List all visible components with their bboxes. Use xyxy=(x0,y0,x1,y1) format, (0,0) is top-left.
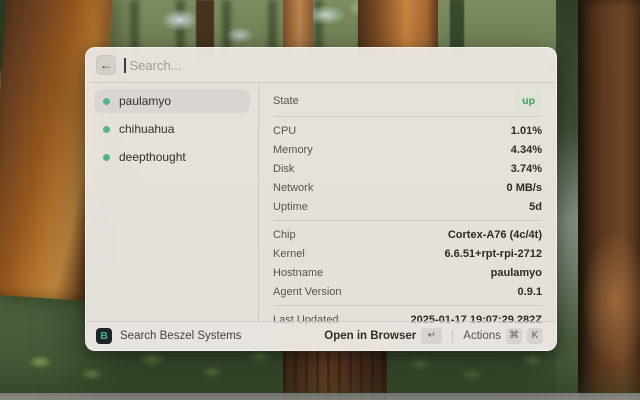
detail-row-cpu: CPU 1.01% xyxy=(273,121,542,140)
detail-value: paulamyo xyxy=(490,266,542,279)
footer-brand-label: Search Beszel Systems xyxy=(120,330,242,342)
open-in-browser-button[interactable]: Open in Browser ↵ xyxy=(321,326,445,346)
detail-value: 0 MB/s xyxy=(506,181,542,194)
detail-value: 0.9.1 xyxy=(517,285,542,298)
detail-value: 1.01% xyxy=(510,124,542,137)
status-dot-icon xyxy=(103,125,110,133)
detail-label: Hostname xyxy=(273,266,324,279)
list-item-deepthought[interactable]: deepthought xyxy=(94,145,250,169)
beszel-logo-icon: B xyxy=(96,328,112,344)
detail-row-agent-version: Agent Version 0.9.1 xyxy=(273,282,542,301)
list-item-chihuahua[interactable]: chihuahua xyxy=(94,117,250,141)
status-badge: up xyxy=(515,92,542,109)
detail-value: Cortex-A76 (4c/4t) xyxy=(447,228,542,241)
detail-label: Disk xyxy=(273,162,295,175)
status-dot-icon xyxy=(103,153,110,161)
command-key-icon: ⌘ xyxy=(506,328,522,344)
foliage xyxy=(0,344,640,396)
detail-value: 5d xyxy=(529,200,542,213)
detail-row-chip: Chip Cortex-A76 (4c/4t) xyxy=(273,225,542,244)
host-name: deepthought xyxy=(119,150,186,164)
detail-label: Agent Version xyxy=(273,285,342,298)
detail-row-kernel: Kernel 6.6.51+rpt-rpi-2712 xyxy=(273,244,542,263)
status-dot-icon xyxy=(103,97,110,105)
detail-label: Memory xyxy=(273,143,313,156)
host-list: paulamyo chihuahua deepthought xyxy=(86,83,259,321)
detail-row-network: Network 0 MB/s xyxy=(273,178,542,197)
ground-strip xyxy=(0,393,640,400)
back-button[interactable]: ← xyxy=(96,55,116,75)
search-input[interactable] xyxy=(129,57,546,73)
k-key-icon: K xyxy=(527,328,543,344)
detail-row-uptime: Uptime 5d xyxy=(273,197,542,216)
divider xyxy=(273,116,542,117)
divider xyxy=(273,305,542,306)
actions-label: Actions xyxy=(463,330,501,342)
search-bar: ← xyxy=(86,48,556,82)
detail-row-state: State up xyxy=(273,89,542,112)
detail-row-disk: Disk 3.74% xyxy=(273,159,542,178)
footer-bar: B Search Beszel Systems Open in Browser … xyxy=(86,321,556,350)
footer-brand: B Search Beszel Systems xyxy=(96,328,241,344)
detail-value: 3.74% xyxy=(510,162,542,175)
detail-label: Network xyxy=(273,181,314,194)
detail-label: CPU xyxy=(273,124,297,137)
detail-label: Chip xyxy=(273,228,296,241)
host-name: paulamyo xyxy=(119,94,172,108)
actions-button[interactable]: Actions ⌘ K xyxy=(460,326,546,346)
list-item-paulamyo[interactable]: paulamyo xyxy=(94,89,250,113)
return-key-icon: ↵ xyxy=(421,328,443,344)
back-arrow-icon: ← xyxy=(100,58,112,72)
detail-row-hostname: Hostname paulamyo xyxy=(273,263,542,282)
text-caret xyxy=(124,57,126,73)
footer-divider xyxy=(452,329,454,343)
detail-label: State xyxy=(273,94,299,107)
host-name: chihuahua xyxy=(119,122,175,136)
content-area: paulamyo chihuahua deepthought State up … xyxy=(86,83,556,326)
footer-actions: Open in Browser ↵ Actions ⌘ K xyxy=(321,326,546,346)
logo-letter: B xyxy=(100,329,108,342)
detail-row-memory: Memory 4.34% xyxy=(273,140,542,159)
detail-value: 4.34% xyxy=(510,143,542,156)
detail-value: 6.6.51+rpt-rpi-2712 xyxy=(444,247,542,260)
details-panel: State up CPU 1.01% Memory 4.34% Disk 3.7… xyxy=(259,83,556,326)
detail-label: Uptime xyxy=(273,200,308,213)
divider xyxy=(273,220,542,221)
open-in-browser-label: Open in Browser xyxy=(324,330,417,342)
detail-label: Kernel xyxy=(273,247,305,260)
launcher-window: ← paulamyo chihuahua deepthought State u… xyxy=(85,47,557,351)
